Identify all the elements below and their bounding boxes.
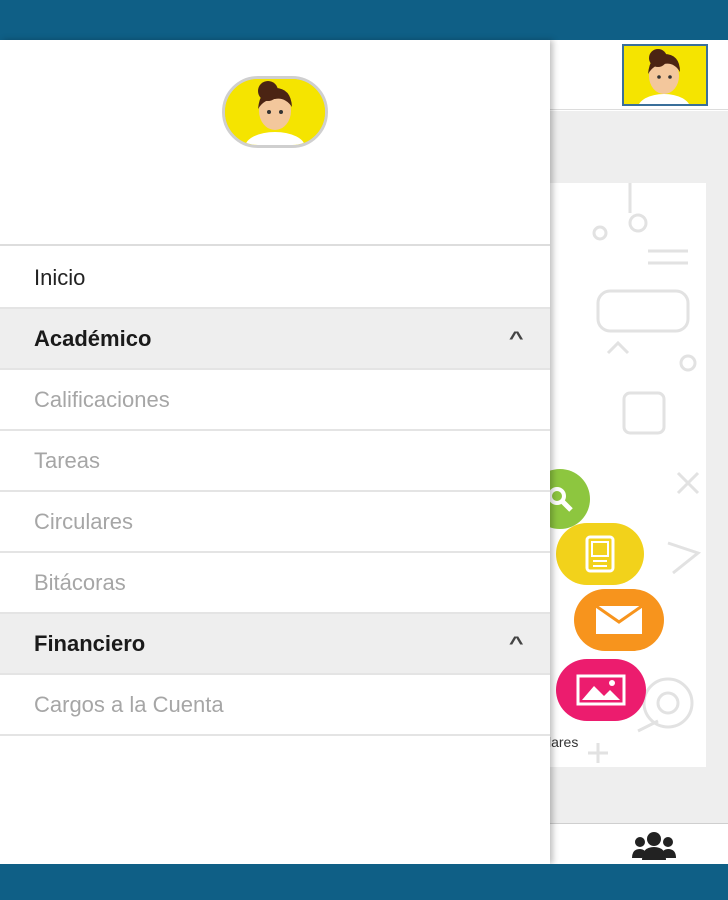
tablet-icon xyxy=(585,535,615,573)
menu-item-tareas[interactable]: Tareas xyxy=(0,431,550,492)
menu-item-label: Calificaciones xyxy=(34,386,170,412)
menu-item-label: Cargos a la Cuenta xyxy=(34,691,224,717)
section-label: Académico xyxy=(34,325,152,351)
image-icon xyxy=(576,674,626,706)
card-text-line: lares xyxy=(548,734,579,750)
drawer-menu: Inicio Académico ^ Calificaciones Tareas… xyxy=(0,248,550,736)
navigation-drawer: Inicio Académico ^ Calificaciones Tareas… xyxy=(0,40,550,864)
avatar-girl-icon xyxy=(225,79,325,145)
menu-item-label: Circulares xyxy=(34,508,134,534)
section-academico[interactable]: Académico ^ xyxy=(0,309,550,370)
group-icon[interactable] xyxy=(632,830,676,860)
menu-item-label: Tareas xyxy=(34,447,101,473)
drawer-header xyxy=(0,40,550,246)
menu-item-inicio[interactable]: Inicio xyxy=(0,248,550,309)
navigation-bar xyxy=(0,864,728,900)
tablet-fab[interactable] xyxy=(556,523,644,585)
chevron-up-icon: ^ xyxy=(509,633,525,653)
menu-item-label: Inicio xyxy=(34,264,86,290)
menu-item-circulares[interactable]: Circulares xyxy=(0,492,550,553)
gallery-fab[interactable] xyxy=(556,659,646,721)
envelope-icon xyxy=(595,604,643,634)
menu-item-bitacoras[interactable]: Bitácoras xyxy=(0,553,550,614)
menu-item-calificaciones[interactable]: Calificaciones xyxy=(0,370,550,431)
status-bar xyxy=(0,0,728,40)
drawer-avatar[interactable] xyxy=(222,76,328,148)
section-label: Financiero xyxy=(34,630,146,656)
menu-item-cargos-a-la-cuenta[interactable]: Cargos a la Cuenta xyxy=(0,675,550,736)
email-fab[interactable] xyxy=(574,589,664,651)
avatar-girl-icon xyxy=(624,46,706,104)
header-avatar[interactable] xyxy=(622,44,708,106)
chevron-up-icon: ^ xyxy=(509,328,525,348)
menu-item-label: Bitácoras xyxy=(34,569,126,595)
section-financiero[interactable]: Financiero ^ xyxy=(0,614,550,675)
